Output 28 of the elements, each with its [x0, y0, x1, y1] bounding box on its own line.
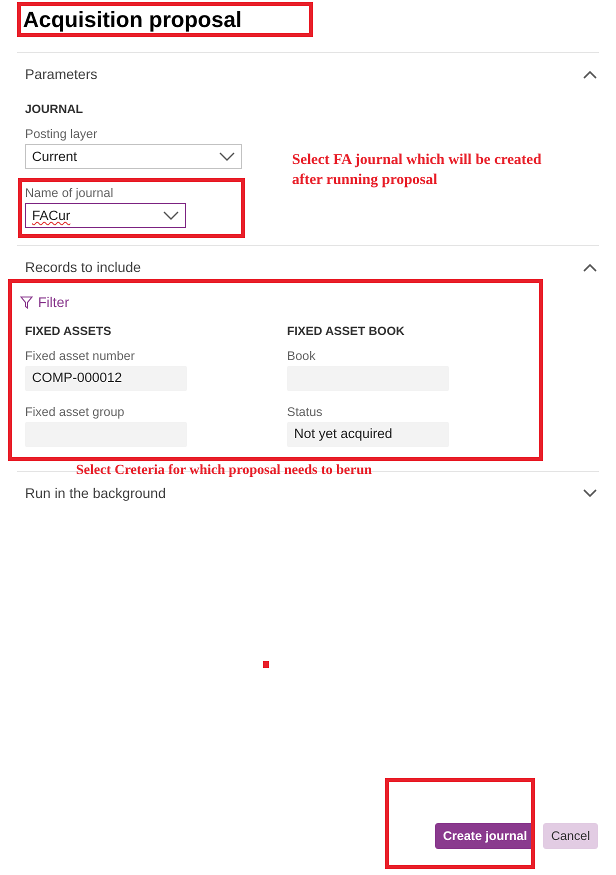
cancel-button[interactable]: Cancel [543, 823, 598, 849]
section-title: Records to include [25, 259, 141, 275]
chevron-icon[interactable] [583, 70, 597, 78]
group-heading: JOURNAL [25, 101, 84, 117]
filter-link[interactable]: Filter [38, 294, 70, 310]
chevron-icon[interactable] [583, 262, 597, 272]
field-label: Fixed asset number [25, 348, 135, 364]
annotation-text: Select Creteria for which proposal needs to berun [76, 462, 372, 479]
section-title: Parameters [25, 66, 98, 82]
field-label: Posting layer [25, 126, 98, 142]
input-field[interactable]: Not yet acquired [287, 422, 449, 447]
chevron-icon[interactable] [583, 488, 597, 498]
group-heading: FIXED ASSET BOOK [287, 323, 405, 339]
group-heading: FIXED ASSETS [25, 323, 112, 339]
dialog-title: Acquisition proposal [23, 8, 242, 32]
input-field[interactable]: COMP-000012 [25, 366, 187, 391]
field-label: Name of journal [25, 185, 114, 201]
chevron-down-icon[interactable] [219, 152, 235, 161]
dropdown-field[interactable]: FACur [25, 203, 186, 228]
field-label: Status [287, 404, 322, 420]
field-label: Book [287, 348, 316, 364]
annotation-text: Select FA journal which will be created after running proposal [292, 151, 542, 190]
field-label: Fixed asset group [25, 404, 124, 420]
filter-icon[interactable] [20, 296, 33, 308]
annotation-mark [263, 661, 269, 668]
chevron-down-icon[interactable] [163, 211, 179, 220]
section-title: Run in the background [25, 485, 166, 501]
dropdown-field[interactable]: Current [25, 144, 242, 169]
